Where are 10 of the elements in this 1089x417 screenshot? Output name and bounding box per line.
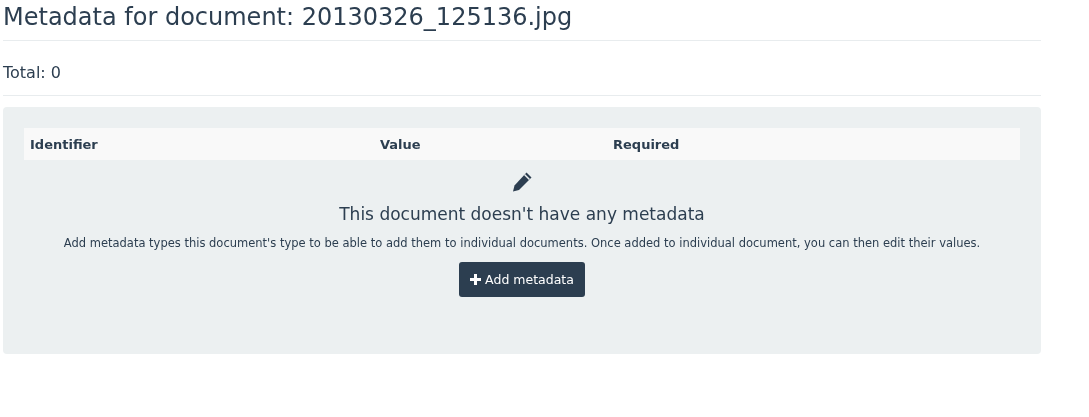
add-metadata-button[interactable]: Add metadata: [459, 262, 585, 297]
page-title: Metadata for document: 20130326_125136.jpg: [3, 2, 574, 33]
empty-heading: This document doesn't have any metadata: [339, 204, 705, 224]
column-header: Required: [612, 136, 681, 152]
pencil-icon: [510, 170, 534, 194]
column-header: Identifier: [29, 136, 99, 152]
empty-description: Add metadata types this document's type to be able to add them to individual documents. Once added to individual document, you can then edit their values.: [63, 236, 981, 250]
column-header: Value: [379, 136, 422, 152]
total-count: Total: 0: [3, 62, 63, 84]
plus-icon: [470, 274, 482, 285]
